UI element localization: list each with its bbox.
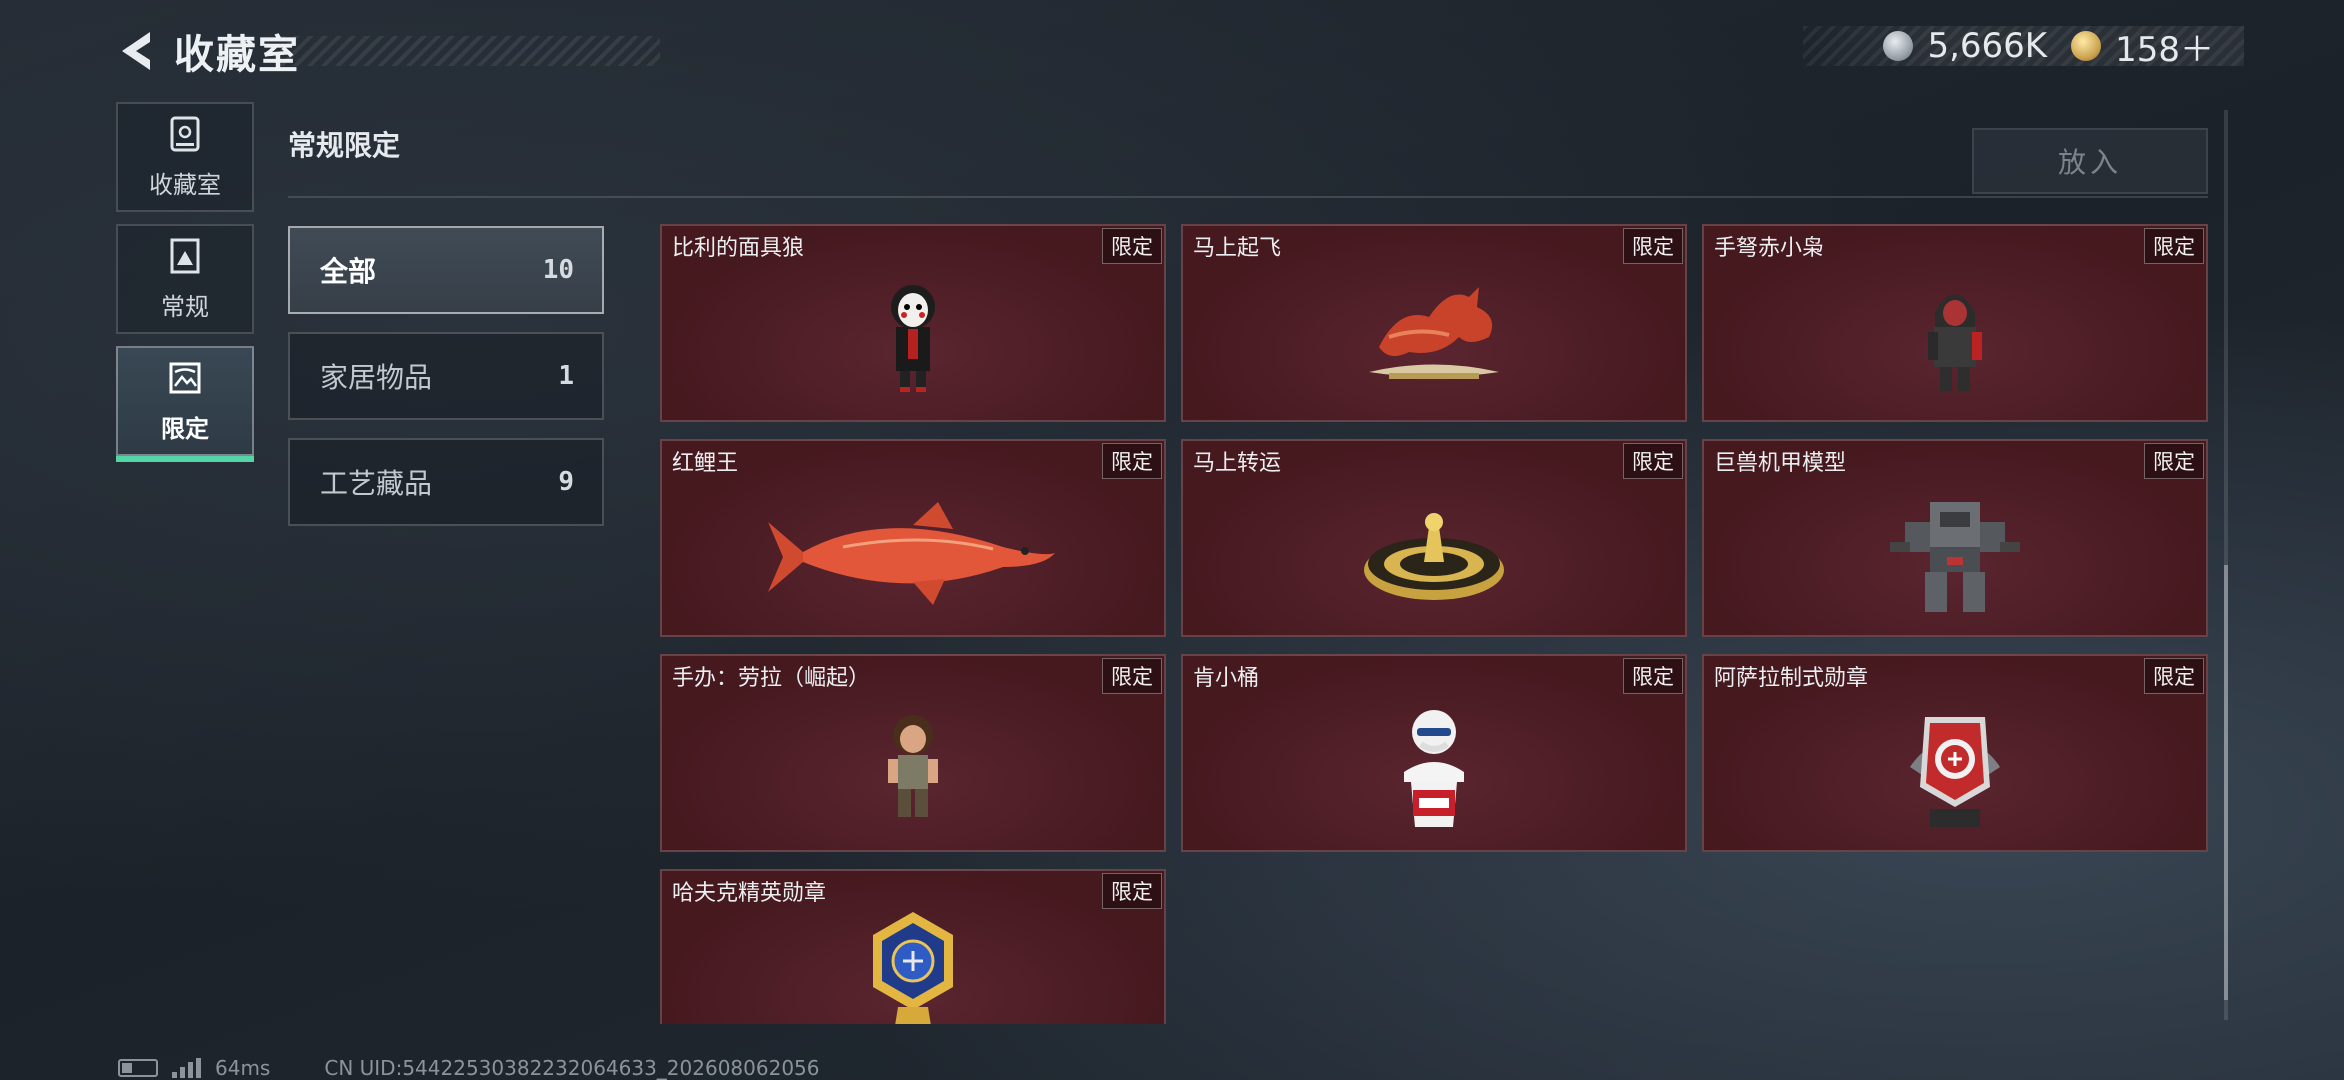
- category-home[interactable]: 家居物品 1: [288, 332, 604, 420]
- item-card[interactable]: 比利的面具狼 限定: [660, 224, 1166, 422]
- category-all[interactable]: 全部 10: [288, 226, 604, 314]
- item-card[interactable]: 马上起飞 限定: [1181, 224, 1687, 422]
- item-card[interactable]: 马上转运 限定: [1181, 439, 1687, 637]
- limited-tag: 限定: [2144, 443, 2204, 479]
- lara-figure-icon: [662, 690, 1164, 844]
- masked-doll-icon: [662, 260, 1164, 414]
- item-grid: 比利的面具狼 限定 马上起飞 限定 手弩赤小枭 限定 红鲤王 限定 马上转运 限…: [660, 224, 2208, 1024]
- sidenav-item-limited[interactable]: 限定: [116, 346, 254, 462]
- item-card[interactable]: 手办：劳拉（崛起） 限定: [660, 654, 1166, 852]
- red-carp-icon: [662, 475, 1164, 629]
- sidenav-item-regular[interactable]: 常规: [116, 224, 254, 334]
- uid-text: CN UID:5442253038223206463​3_20260806205…: [324, 1056, 820, 1080]
- signal-icon: [172, 1058, 201, 1078]
- item-name: 红鲤王: [672, 451, 739, 476]
- item-card[interactable]: 巨兽机甲模型 限定: [1702, 439, 2208, 637]
- item-name: 手办：劳拉（崛起）: [672, 666, 871, 691]
- item-name: 手弩赤小枭: [1714, 236, 1825, 261]
- sidenav-item-collection[interactable]: 收藏室: [116, 102, 254, 212]
- scrollbar-thumb[interactable]: [2224, 565, 2228, 1000]
- category-count: 9: [558, 467, 574, 497]
- limited-tag: 限定: [1102, 443, 1162, 479]
- item-name: 肯小桶: [1193, 666, 1260, 691]
- gold-medal-icon: [662, 905, 1164, 1024]
- item-name: 巨兽机甲模型: [1714, 451, 1847, 476]
- item-name: 阿萨拉制式勋章: [1714, 666, 1869, 691]
- header-bar: 收藏室: [110, 20, 660, 82]
- item-card[interactable]: 肯小桶 限定: [1181, 654, 1687, 852]
- sidenav-label: 限定: [161, 414, 209, 443]
- status-footer: 64ms CN UID:5442253038223206463​3_202608…: [118, 1056, 820, 1080]
- silver-amount: 5,666K: [1927, 26, 2048, 66]
- hooded-figure-icon: [1704, 260, 2206, 414]
- limited-tag: 限定: [1102, 658, 1162, 694]
- category-name: 全部: [320, 255, 377, 288]
- put-in-button[interactable]: 放入: [1972, 128, 2208, 194]
- item-grid-viewport[interactable]: 比利的面具狼 限定 马上起飞 限定 手弩赤小枭 限定 红鲤王 限定 马上转运 限…: [660, 224, 2208, 1024]
- category-craft[interactable]: 工艺藏品 9: [288, 438, 604, 526]
- section-title: 常规限定: [288, 129, 401, 162]
- category-list: 全部 10 家居物品 1 工艺藏品 9: [288, 226, 604, 544]
- photo-frame-icon: [168, 237, 202, 279]
- item-name: 马上起飞: [1193, 236, 1282, 261]
- category-name: 工艺藏品: [320, 467, 433, 500]
- item-name: 哈夫克精英勋章: [672, 881, 827, 906]
- red-horse-icon: [1183, 260, 1685, 414]
- item-name: 马上转运: [1193, 451, 1282, 476]
- gold-coin-icon: [2071, 31, 2102, 61]
- category-count: 10: [542, 255, 574, 285]
- cabinet-icon: [168, 115, 202, 157]
- item-card[interactable]: 手弩赤小枭 限定: [1702, 224, 2208, 422]
- limited-tag: 限定: [2144, 658, 2204, 694]
- limited-tag: 限定: [1623, 228, 1683, 264]
- landscape-icon: [168, 359, 202, 401]
- item-name: 比利的面具狼: [672, 236, 805, 261]
- limited-tag: 限定: [1623, 658, 1683, 694]
- page-title: 收藏室: [174, 32, 300, 78]
- golden-wheel-icon: [1183, 475, 1685, 629]
- limited-tag: 限定: [2144, 228, 2204, 264]
- sidenav-label: 常规: [161, 292, 209, 321]
- section-divider: [288, 196, 2208, 198]
- silver-coin-icon: [1883, 31, 1914, 61]
- limited-tag: 限定: [1102, 873, 1162, 909]
- limited-tag: 限定: [1102, 228, 1162, 264]
- sidenav-label: 收藏室: [149, 170, 221, 199]
- item-card[interactable]: 哈夫克精英勋章 限定: [660, 869, 1166, 1024]
- item-card[interactable]: 红鲤王 限定: [660, 439, 1166, 637]
- mech-model-icon: [1704, 475, 2206, 629]
- back-arrow-icon[interactable]: [110, 26, 160, 76]
- item-card[interactable]: 阿萨拉制式勋章 限定: [1702, 654, 2208, 852]
- red-medal-icon: [1704, 690, 2206, 844]
- side-nav: 收藏室 常规 限定: [116, 102, 254, 468]
- category-count: 1: [558, 361, 574, 391]
- category-name: 家居物品: [320, 361, 433, 394]
- currency-bar: 5,666K 158＋: [1803, 26, 2244, 70]
- gold-amount[interactable]: 158＋: [2115, 22, 2214, 71]
- limited-tag: 限定: [1623, 443, 1683, 479]
- battery-icon: [118, 1059, 158, 1077]
- header-stripe: [280, 36, 660, 66]
- colonel-figure-icon: [1183, 690, 1685, 844]
- ping-value: 64ms: [215, 1056, 271, 1080]
